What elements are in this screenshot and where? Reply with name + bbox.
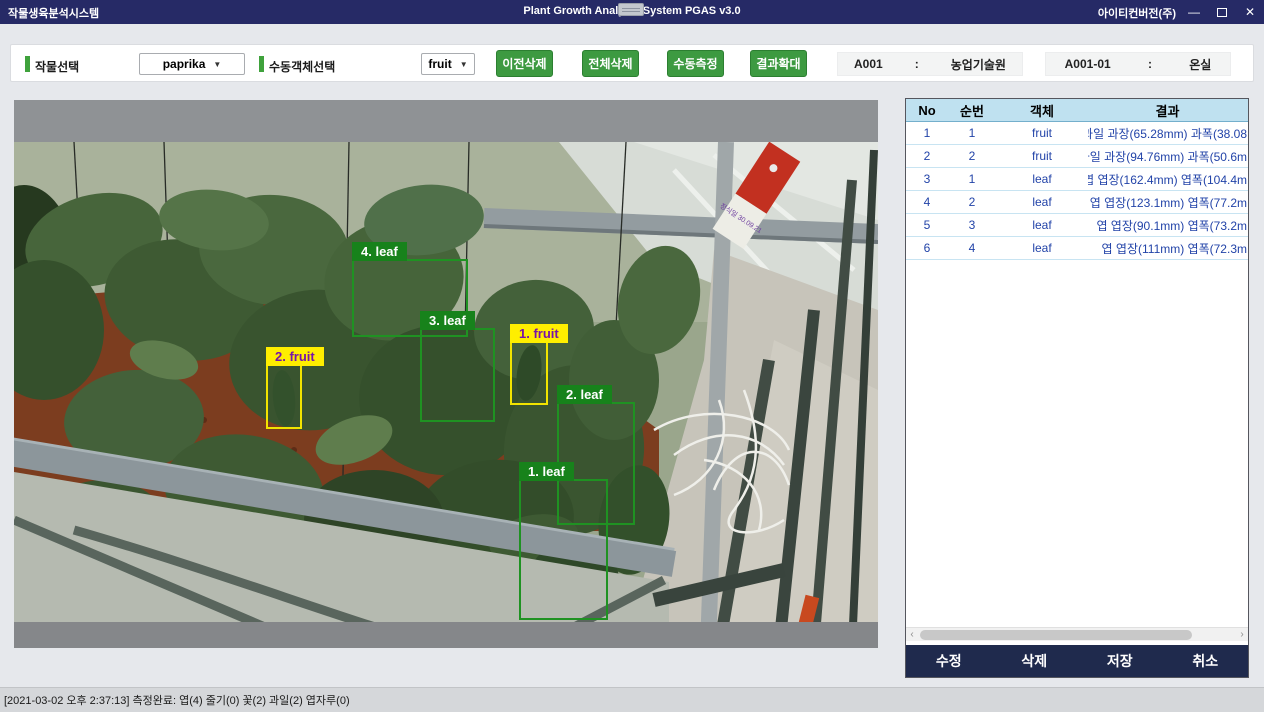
chevron-down-icon: ▼ [460,60,468,69]
house-code: A001-01 [1065,57,1111,71]
edit-button[interactable]: 수정 [906,651,992,671]
bbox-leaf-1[interactable]: 1. leaf [519,479,608,620]
bbox-leaf-3[interactable]: 3. leaf [420,328,495,422]
cell-object: leaf [996,237,1088,259]
separator: : [1148,57,1152,71]
cell-result: 엽 엽장(123.1mm) 엽폭(77.2m [1088,191,1248,213]
site-name: 농업기술원 [951,56,1006,73]
crop-select-dropdown[interactable]: paprika ▼ [139,53,245,75]
minimize-icon: — [1188,5,1200,19]
cancel-button[interactable]: 취소 [1163,651,1249,671]
cell-object: leaf [996,191,1088,213]
cell-result: 과일 과장(94.76mm) 과폭(50.6m [1088,145,1248,167]
table-row[interactable]: 6 4 leaf 엽 엽장(111mm) 엽폭(72.3m [906,237,1248,260]
table-row[interactable]: 4 2 leaf 엽 엽장(123.1mm) 엽폭(77.2m [906,191,1248,214]
cell-seq: 2 [948,145,996,167]
cell-no: 1 [906,122,948,144]
cell-no: 4 [906,191,948,213]
col-header-result: 결과 [1088,99,1248,121]
cell-seq: 1 [948,168,996,190]
cell-object: fruit [996,122,1088,144]
delete-previous-button[interactable]: 이전삭제 [496,50,553,77]
col-header-seq: 순번 [948,99,996,121]
cell-object: fruit [996,145,1088,167]
cell-result: 과일 과장(65.28mm) 과폭(38.08 [1088,122,1248,144]
manual-object-value: fruit [428,57,451,71]
manual-object-dropdown[interactable]: fruit ▼ [421,53,475,75]
cell-result: 엽 엽장(111mm) 엽폭(72.3m [1088,237,1248,259]
scroll-right-icon[interactable]: › [1236,629,1248,641]
cell-no: 6 [906,237,948,259]
table-row[interactable]: 1 1 fruit 과일 과장(65.28mm) 과폭(38.08 [906,122,1248,145]
cell-result: 엽 엽장(162.4mm) 엽폭(104.4m [1088,168,1248,190]
status-bar: [2021-03-02 오후 2:37:13] 측정완료: 엽(4) 줄기(0)… [0,687,1264,712]
cell-no: 5 [906,214,948,236]
horizontal-scrollbar[interactable]: ‹ › [906,627,1248,641]
cell-result: 엽 엽장(90.1mm) 엽폭(73.2m [1088,214,1248,236]
minimize-button[interactable]: — [1180,0,1208,24]
results-panel: No 순번 객체 결과 1 1 fruit 과일 과장(65.28mm) 과폭(… [905,98,1249,678]
plant-photo-viewport: 정식일 30.09.21 4. leaf 3. leaf 1. fruit 2.… [14,100,878,648]
chevron-down-icon: ▼ [213,60,221,69]
cell-object: leaf [996,214,1088,236]
table-row[interactable]: 2 2 fruit 과일 과장(94.76mm) 과폭(50.6m [906,145,1248,168]
house-name: 온실 [1189,56,1211,73]
cell-no: 3 [906,168,948,190]
col-header-object: 객체 [996,99,1088,121]
company-name: 아이티컨버전(주) [1098,5,1176,21]
cell-seq: 2 [948,191,996,213]
floating-window-icon [618,3,644,16]
cell-object: leaf [996,168,1088,190]
maximize-button[interactable] [1208,0,1236,24]
save-button[interactable]: 저장 [1077,651,1163,671]
app-window: 작물생육분석시스템 Plant Growth Analysis System P… [0,0,1264,712]
cell-no: 2 [906,145,948,167]
cell-seq: 3 [948,214,996,236]
accent-bar [259,56,264,72]
bbox-fruit-2[interactable]: 2. fruit [266,364,302,429]
accent-bar [25,56,30,72]
enlarge-result-button[interactable]: 결과확대 [750,50,807,77]
table-row[interactable]: 3 1 leaf 엽 엽장(162.4mm) 엽폭(104.4m [906,168,1248,191]
site-code: A001 [854,57,883,71]
separator: : [915,57,919,71]
close-icon: ✕ [1245,5,1255,19]
cell-seq: 1 [948,122,996,144]
crop-select-label: 작물선택 [35,58,79,75]
title-bar: 작물생육분석시스템 Plant Growth Analysis System P… [0,0,1264,24]
bbox-label: 1. fruit [510,324,568,343]
bbox-label: 3. leaf [420,311,475,330]
scroll-left-icon[interactable]: ‹ [906,629,918,641]
delete-all-button[interactable]: 전체삭제 [582,50,639,77]
bbox-label: 2. leaf [557,385,612,404]
bbox-label: 4. leaf [352,242,407,261]
bbox-fruit-1[interactable]: 1. fruit [510,341,548,405]
maximize-icon [1217,8,1227,17]
crop-select-value: paprika [163,57,206,71]
toolbar: 작물선택 paprika ▼ 수동객체선택 fruit ▼ 이전삭제 전체삭제 … [10,44,1254,82]
col-header-no: No [906,99,948,121]
bbox-label: 1. leaf [519,462,574,481]
house-info-box: A001-01 : 온실 [1045,52,1231,76]
manual-object-label: 수동객체선택 [269,58,335,75]
panel-button-bar: 수정 삭제 저장 취소 [906,645,1248,677]
site-info-box: A001 : 농업기술원 [837,52,1023,76]
bbox-label: 2. fruit [266,347,324,366]
scrollbar-thumb[interactable] [920,630,1192,640]
close-button[interactable]: ✕ [1236,0,1264,24]
cell-seq: 4 [948,237,996,259]
delete-button[interactable]: 삭제 [992,651,1078,671]
status-text: [2021-03-02 오후 2:37:13] 측정완료: 엽(4) 줄기(0)… [0,692,350,708]
results-table-header: No 순번 객체 결과 [906,99,1248,122]
manual-measure-button[interactable]: 수동측정 [667,50,724,77]
table-row[interactable]: 5 3 leaf 엽 엽장(90.1mm) 엽폭(73.2m [906,214,1248,237]
